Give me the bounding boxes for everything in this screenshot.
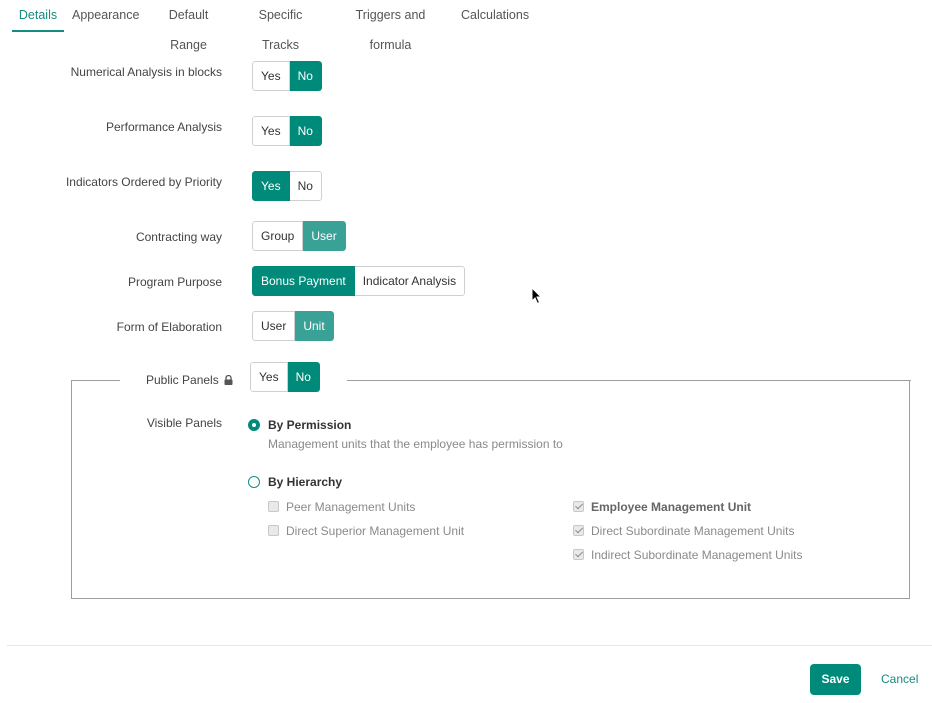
- footer-divider: [7, 645, 932, 646]
- public-panels-no[interactable]: No: [287, 362, 320, 392]
- performance-analysis-toggle: Yes No: [252, 116, 322, 146]
- tab-details[interactable]: Details: [12, 0, 64, 32]
- indicators-priority-no[interactable]: No: [289, 171, 322, 201]
- performance-analysis-no[interactable]: No: [289, 116, 322, 146]
- numerical-analysis-label: Numerical Analysis in blocks: [70, 65, 222, 79]
- indicators-priority-toggle: Yes No: [252, 171, 322, 201]
- direct-subordinate-units-checkbox[interactable]: [573, 525, 584, 536]
- public-panels-toggle: Yes No: [250, 362, 320, 392]
- program-purpose-indicator-analysis[interactable]: Indicator Analysis: [354, 266, 466, 296]
- tab-calculations[interactable]: Calculations: [461, 0, 529, 32]
- by-hierarchy-label: By Hierarchy: [268, 475, 343, 489]
- indirect-subordinate-units-label: Indirect Subordinate Management Units: [591, 548, 803, 562]
- contracting-way-group[interactable]: Group: [252, 221, 304, 251]
- public-panels-label: Public Panels: [146, 373, 219, 387]
- visible-panels-label: Visible Panels: [146, 416, 222, 430]
- tab-default-range[interactable]: Default Range: [151, 0, 226, 52]
- direct-subordinate-units-label: Direct Subordinate Management Units: [591, 524, 795, 538]
- indirect-subordinate-units-checkbox[interactable]: [573, 549, 584, 560]
- by-permission-radio[interactable]: [248, 419, 260, 431]
- save-button[interactable]: Save: [810, 664, 861, 695]
- public-panels-fieldset: [71, 380, 910, 599]
- public-panels-yes[interactable]: Yes: [250, 362, 288, 392]
- performance-analysis-yes[interactable]: Yes: [252, 116, 290, 146]
- public-panels-legend: Public Panels: [146, 373, 233, 387]
- indicators-priority-yes[interactable]: Yes: [252, 171, 290, 201]
- performance-analysis-label: Performance Analysis: [105, 120, 222, 134]
- form-of-elaboration-unit[interactable]: Unit: [295, 311, 334, 341]
- contracting-way-user[interactable]: User: [303, 221, 346, 251]
- tab-triggers-and-formula[interactable]: Triggers and formula: [335, 0, 446, 52]
- direct-superior-unit-label: Direct Superior Management Unit: [286, 524, 465, 538]
- by-permission-label: By Permission: [268, 418, 352, 432]
- form-of-elaboration-label: Form of Elaboration: [116, 320, 222, 334]
- cancel-button[interactable]: Cancel: [881, 664, 918, 695]
- form-of-elaboration-user[interactable]: User: [252, 311, 296, 341]
- by-hierarchy-radio[interactable]: [248, 476, 260, 488]
- tab-appearance[interactable]: Appearance: [72, 0, 139, 32]
- numerical-analysis-yes[interactable]: Yes: [252, 61, 290, 91]
- employee-management-unit-checkbox[interactable]: [573, 501, 584, 512]
- program-purpose-bonus-payment[interactable]: Bonus Payment: [252, 266, 355, 296]
- peer-management-units-checkbox[interactable]: [268, 501, 279, 512]
- numerical-analysis-toggle: Yes No: [252, 61, 322, 91]
- contracting-way-label: Contracting way: [135, 230, 222, 244]
- mouse-cursor-icon: [531, 286, 543, 308]
- employee-management-unit-label: Employee Management Unit: [591, 500, 752, 514]
- form-of-elaboration-toggle: User Unit: [252, 311, 334, 341]
- peer-management-units-label: Peer Management Units: [286, 500, 416, 514]
- indicators-priority-label: Indicators Ordered by Priority: [65, 175, 222, 189]
- program-purpose-label: Program Purpose: [127, 275, 222, 289]
- direct-superior-unit-checkbox[interactable]: [268, 525, 279, 536]
- contracting-way-toggle: Group User: [252, 221, 346, 251]
- program-purpose-toggle: Bonus Payment Indicator Analysis: [252, 266, 466, 296]
- tab-bar: Details Appearance Default Range Specifi…: [0, 0, 932, 52]
- lock-icon: [224, 375, 233, 385]
- numerical-analysis-no[interactable]: No: [289, 61, 322, 91]
- by-permission-description: Management units that the employee has p…: [268, 437, 563, 451]
- tab-specific-tracks[interactable]: Specific Tracks: [242, 0, 319, 52]
